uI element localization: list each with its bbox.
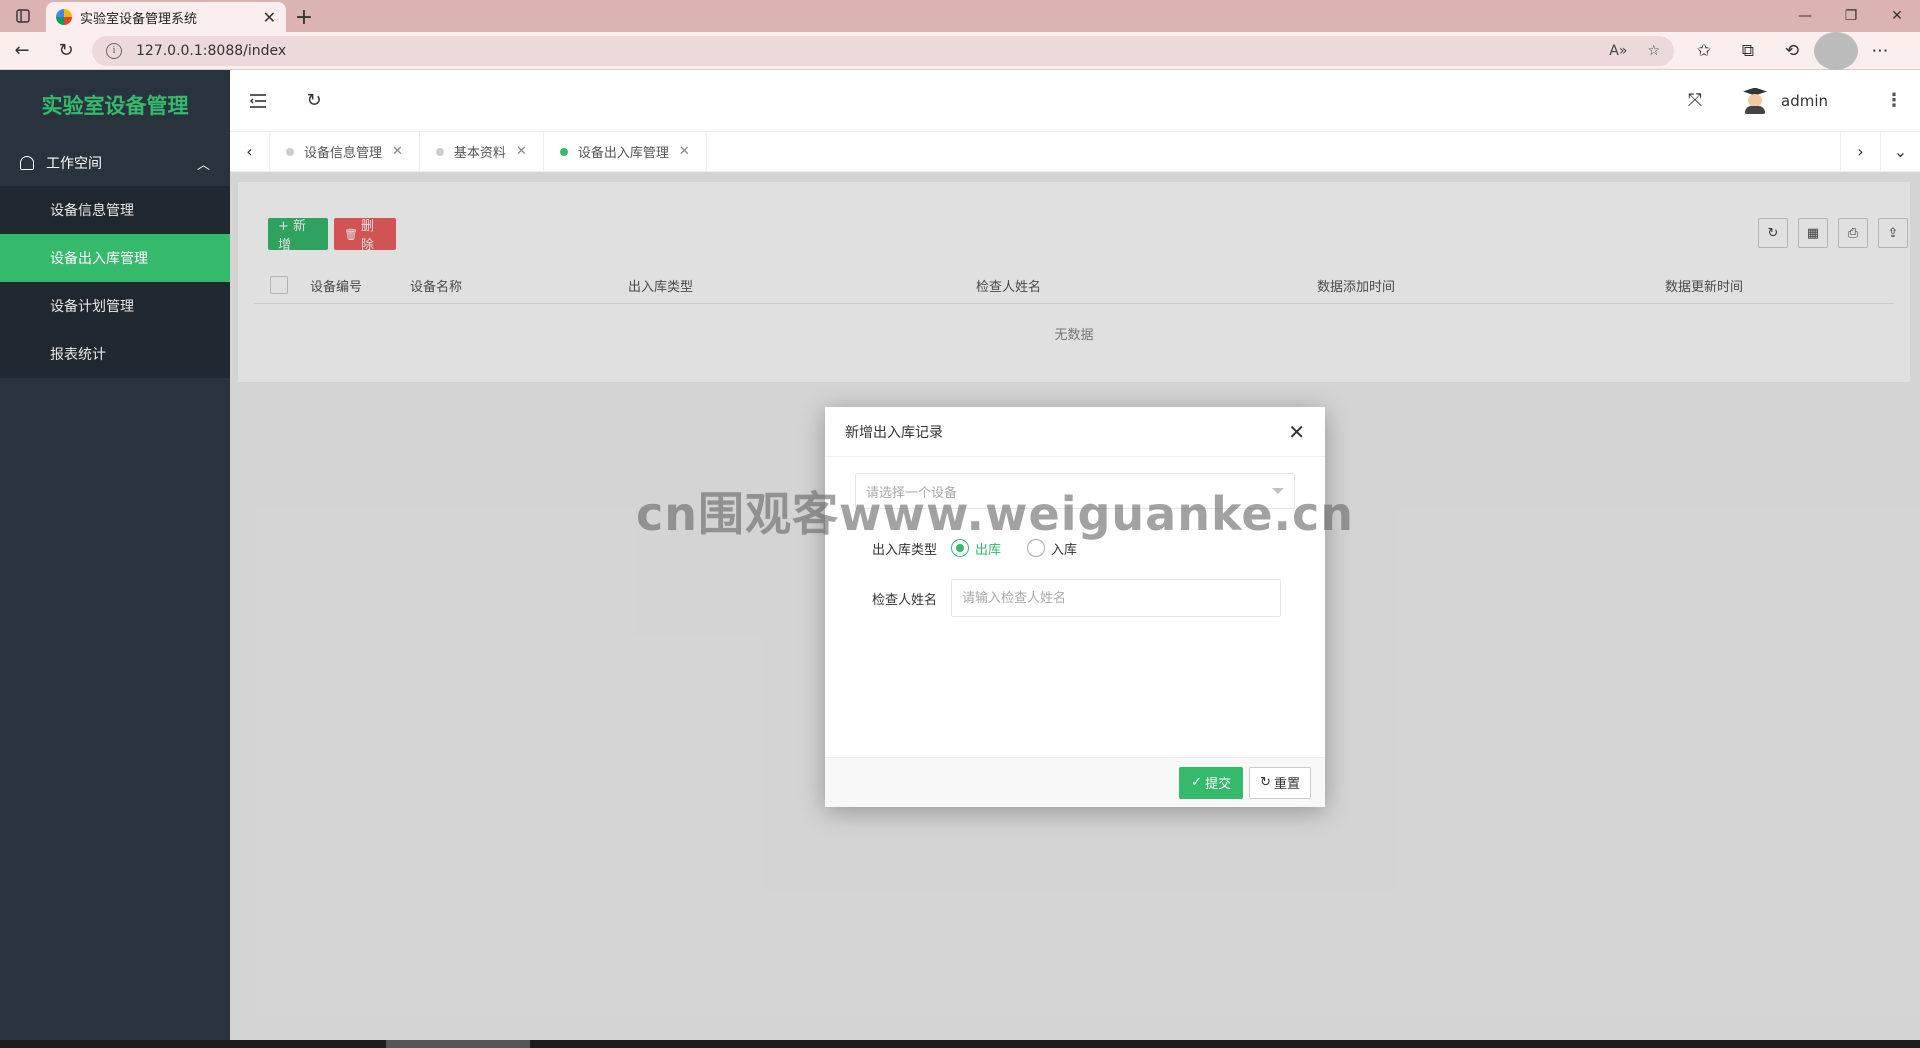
address-bar: ← ↻ i 127.0.0.1:8088/index A» ☆ ✩ ⧉ ⟲ ⋯ (0, 31, 1920, 70)
tab-dot (435, 147, 444, 156)
tab-close-icon[interactable]: ✕ (263, 8, 276, 27)
fullscreen-icon[interactable]: ⤧ (1667, 70, 1723, 132)
dialog-footer: ✓ 提交 ↻ 重置 (825, 757, 1325, 807)
browser-tabbar: 实验室设备管理系统 ✕ + — ❐ ✕ (0, 0, 1920, 32)
collections-icon[interactable]: ⧉ (1726, 32, 1770, 70)
history-icon[interactable]: ⟲ (1770, 32, 1814, 70)
username[interactable]: admin (1781, 92, 1828, 110)
tab-label: 基本资料 (453, 146, 506, 161)
tabs-scroll-right-icon[interactable]: › (1840, 131, 1880, 172)
tab-basic-info[interactable]: 基本资料 ✕ (420, 131, 544, 172)
window-close-icon[interactable]: ✕ (1874, 0, 1920, 32)
profile-icon[interactable] (1814, 31, 1858, 70)
sidebar-section-label: 工作空间 (46, 156, 102, 172)
close-icon[interactable]: ✕ (516, 144, 527, 159)
os-taskbar (0, 1040, 1920, 1048)
restore-icon[interactable]: ❐ (1828, 0, 1874, 32)
page-tabs: ‹ 设备信息管理 ✕ 基本资料 ✕ 设备出入库管理 ✕ › ⌄ (230, 131, 1920, 172)
read-aloud-icon[interactable]: A» (1609, 43, 1627, 59)
new-tab-button[interactable]: + (286, 2, 322, 32)
url-text: 127.0.0.1:8088/index (136, 42, 287, 59)
favicon-icon (56, 9, 72, 25)
menu-toggle-icon[interactable] (230, 70, 286, 132)
app-header: ↻ ⤧ admin ⋮ (230, 70, 1920, 132)
close-icon[interactable]: ✕ (392, 144, 403, 159)
sidebar-item-device-plan[interactable]: 设备计划管理 (0, 282, 230, 330)
refresh-icon[interactable]: ↻ (286, 70, 342, 132)
favorites-icon[interactable]: ✩ (1682, 32, 1726, 70)
dialog-header: 新增出入库记录 ✕ (825, 407, 1325, 457)
tab-dot (286, 147, 294, 156)
inspector-label: 检查人姓名 (871, 592, 937, 608)
browser-menu-icon[interactable]: ⋯ (1858, 32, 1902, 70)
app-logo: 实验室设备管理 (41, 94, 189, 118)
add-record-dialog: 新增出入库记录 ✕ 请选择一个设备 出入库类型 出库 入库 检查人姓名 ✓ 提交… (825, 407, 1325, 807)
submit-label: 提交 (1205, 777, 1232, 792)
chevron-up-icon: ︿ (196, 157, 210, 173)
url-field[interactable]: i 127.0.0.1:8088/index A» ☆ (92, 35, 1674, 66)
tab-device-inout[interactable]: 设备出入库管理 ✕ (544, 131, 707, 172)
reset-icon: ↻ (1260, 775, 1271, 790)
close-icon[interactable]: ✕ (679, 144, 690, 159)
dialog-title: 新增出入库记录 (845, 424, 943, 441)
submit-button[interactable]: ✓ 提交 (1179, 766, 1244, 799)
tab-device-info[interactable]: 设备信息管理 ✕ (270, 131, 420, 172)
check-icon: ✓ (1191, 775, 1203, 790)
more-icon[interactable]: ⋮ (1868, 90, 1920, 111)
inspector-input[interactable] (951, 579, 1281, 617)
tab-label: 设备信息管理 (304, 146, 383, 161)
watermark: cn围观客www.weiguanke.cn (636, 487, 1355, 541)
add-favorite-icon[interactable]: ☆ (1647, 43, 1660, 59)
browser-tab[interactable]: 实验室设备管理系统 ✕ (46, 2, 286, 32)
dashboard-icon (20, 156, 34, 170)
tab-dot (559, 147, 568, 156)
site-info-icon[interactable]: i (106, 42, 122, 59)
browser-tab-title: 实验室设备管理系统 (80, 11, 198, 27)
close-icon[interactable]: ✕ (1288, 420, 1305, 444)
reset-button[interactable]: ↻ 重置 (1249, 766, 1311, 799)
reload-icon[interactable]: ↻ (44, 32, 88, 70)
sidebar-item-device-inout[interactable]: 设备出入库管理 (0, 234, 230, 282)
sidebar-item-reports[interactable]: 报表统计 (0, 330, 230, 378)
sidebar-submenu: 设备信息管理 设备出入库管理 设备计划管理 报表统计 (0, 186, 230, 378)
sidebar-item-device-info[interactable]: 设备信息管理 (0, 186, 230, 234)
window-controls: — ❐ ✕ (1782, 0, 1920, 32)
tabs-dropdown-icon[interactable]: ⌄ (1880, 131, 1920, 172)
avatar[interactable] (1743, 87, 1767, 114)
sidebar: 实验室设备管理 工作空间 ︿ 设备信息管理 设备出入库管理 设备计划管理 报表统… (0, 70, 230, 1040)
tab-label: 设备出入库管理 (577, 146, 669, 161)
minimize-icon[interactable]: — (1782, 0, 1828, 32)
reset-label: 重置 (1273, 777, 1300, 792)
back-icon[interactable]: ← (0, 32, 44, 70)
inspector-row: 检查人姓名 (825, 579, 1325, 617)
tab-actions-icon[interactable] (0, 0, 46, 32)
sidebar-section-workspace[interactable]: 工作空间 ︿ (0, 140, 230, 186)
tabs-scroll-left-icon[interactable]: ‹ (230, 131, 270, 172)
